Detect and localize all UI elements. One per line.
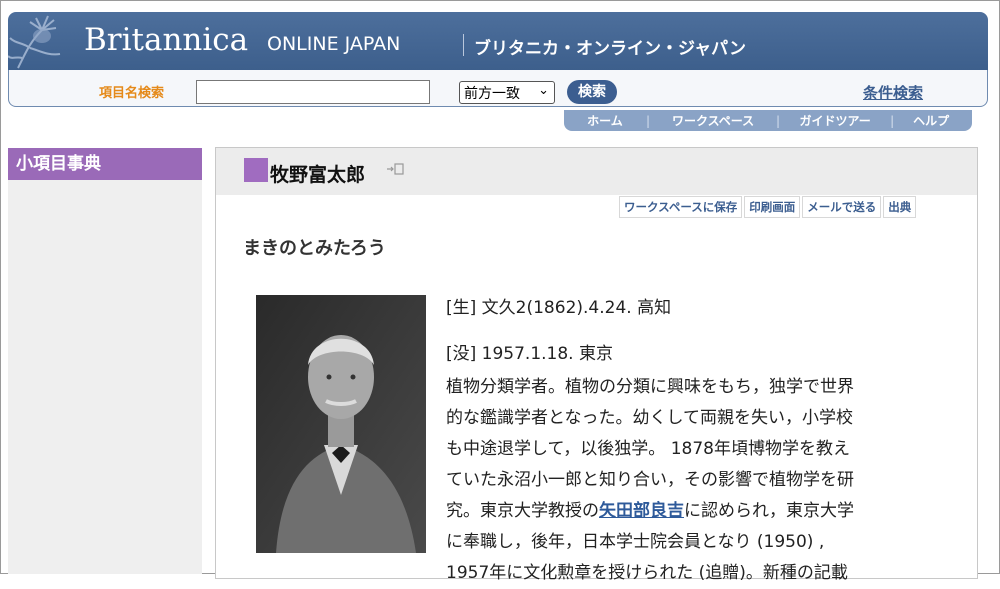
sidebar: 小項目事典 [8,148,202,574]
title-marker [244,158,268,182]
search-button[interactable]: 検索 [567,80,617,104]
body-line: 植物分類学者。植物の分類に興味をもち，独学で世界 [446,377,854,397]
body-line: 究。東京大学教授の矢田部良吉に認められ，東京大学 [446,496,946,527]
site-header: Britannica ONLINE JAPAN ブリタニカ・オンライン・ジャパン [8,12,988,70]
advanced-search-link[interactable]: 条件検索 [863,82,923,103]
nav-guide-tour[interactable]: ガイドツアー [780,112,890,129]
print-view-button[interactable]: 印刷画面 [744,196,801,218]
body-line: ていた永沼小一郎と知り合い，その影響で植物学を研 [446,470,854,490]
match-mode-value: 前方一致 [464,86,520,102]
portrait-photo [256,295,426,553]
birth-info: [生] 文久2(1862).4.24. 高知 [446,298,672,318]
email-button[interactable]: メールで送る [802,196,882,218]
thistle-logo-icon [8,15,61,69]
death-info: [没] 1957.1.18. 東京 [446,344,613,364]
search-bar: 項目名検索 前方一致 ⌄ 検索 条件検索 [8,70,988,107]
article-reading: まきのとみたろう [243,238,386,259]
article-panel: 牧野富太郎 ワークスペースに保存 印刷画面 メールで送る 出典 まきのとみたろう… [215,147,978,583]
yatabe-link[interactable]: 矢田部良吉 [599,501,684,521]
nav-help[interactable]: ヘルプ [894,112,968,129]
sidebar-header[interactable]: 小項目事典 [8,148,202,180]
article-body: 植物分類学者。植物の分類に興味をもち，独学で世界 的な鑑識学者となった。幼くして… [446,372,946,589]
search-input[interactable] [196,80,430,104]
body-text: に認められ，東京大学 [684,501,854,521]
nav-workspace[interactable]: ワークスペース [650,112,776,129]
source-button[interactable]: 出典 [883,196,917,218]
body-line: 的な鑑識学者となった。幼くして両親を失い，小学校 [446,408,853,428]
match-mode-select[interactable]: 前方一致 ⌄ [459,81,555,104]
search-label: 項目名検索 [99,86,165,101]
article-tools: ワークスペースに保存 印刷画面 メールで送る 出典 [619,196,918,218]
body-text: 究。東京大学教授の [446,501,599,521]
save-to-workspace-button[interactable]: ワークスペースに保存 [619,196,743,218]
nav-home[interactable]: ホーム [564,112,646,129]
brand-japanese: ブリタニカ・オンライン・ジャパン [474,39,746,59]
body-line: も中途退学して，以後独学。 1878年頃博物学を教え [446,439,850,459]
top-nav: ホーム | ワークスペース | ガイドツアー | ヘルプ [564,110,972,131]
brand-divider [463,34,464,56]
body-line: に奉職し，後年，日本学士院会員となり (1950) , [446,532,825,552]
brand-subtitle: ONLINE JAPAN [267,33,401,55]
chevron-down-icon: ⌄ [538,83,549,98]
export-icon[interactable] [386,161,404,177]
article-title: 牧野富太郎 [270,164,366,186]
brand-name: Britannica [84,22,249,58]
article-title-bar: 牧野富太郎 [216,148,977,195]
